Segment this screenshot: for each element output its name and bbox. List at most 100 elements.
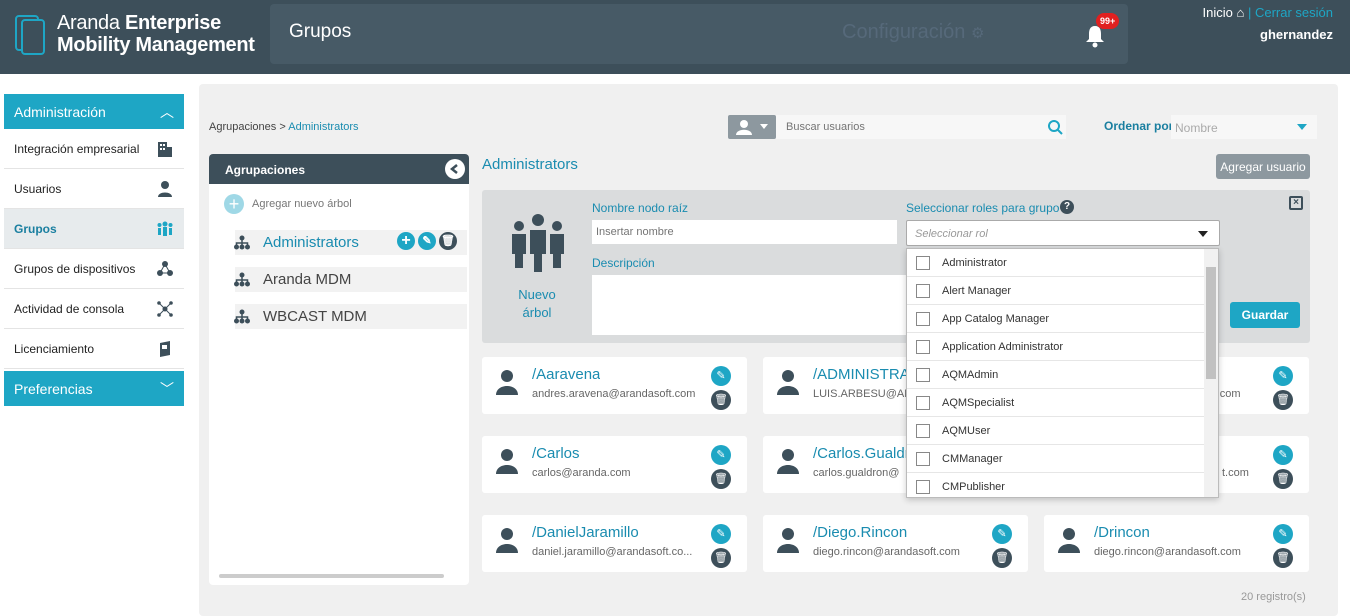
user-name[interactable]: /ADMINISTRA	[813, 366, 910, 383]
user-email: t.com	[1222, 467, 1249, 479]
checkbox[interactable]	[916, 311, 930, 326]
sidebar-item-actividad-consola[interactable]: Actividad de consola	[4, 289, 184, 329]
scrollbar-thumb[interactable]	[1206, 267, 1216, 379]
checkbox[interactable]	[916, 339, 930, 354]
user-email: LUIS.ARBESU@AR	[813, 388, 913, 400]
sidebar-item-label: Grupos	[14, 221, 57, 236]
search-input[interactable]	[776, 115, 1066, 139]
sidebar-item-usuarios[interactable]: Usuarios	[4, 169, 184, 209]
role-option[interactable]: Administrator	[907, 249, 1204, 277]
dropdown-scrollbar[interactable]	[1204, 249, 1218, 497]
checkbox[interactable]	[916, 395, 930, 410]
user-name[interactable]: /Carlos.Gualdr	[813, 445, 910, 462]
help-icon[interactable]: ?	[1060, 200, 1074, 214]
user-card[interactable]: /Diego.Rincon diego.rincon@arandasoft.co…	[763, 515, 1028, 572]
edit-icon[interactable]: ✎	[1273, 366, 1293, 386]
user-avatar-icon	[777, 449, 799, 474]
edit-icon[interactable]: ✎	[711, 524, 731, 544]
device-group-icon	[157, 260, 173, 276]
role-option[interactable]: App Catalog Manager	[907, 305, 1204, 333]
user-email: diego.rincon@arandasoft.com	[813, 546, 960, 558]
user-card[interactable]: /Drincon diego.rincon@arandasoft.com ✎ 🗑	[1044, 515, 1309, 572]
user-avatar-icon	[1058, 528, 1080, 553]
sidebar-item-grupos-dispositivos[interactable]: Grupos de dispositivos	[4, 249, 184, 289]
tree-node-administrators[interactable]: Administrators + ✎ 🗑	[234, 230, 467, 255]
role-label: CMPublisher	[942, 480, 1005, 493]
home-icon[interactable]: ⌂	[1236, 5, 1244, 20]
section-label: Administración	[14, 103, 106, 120]
user-email: andres.aravena@arandasoft.com	[532, 388, 696, 400]
tree-node-aranda-mdm[interactable]: Aranda MDM	[234, 267, 467, 292]
edit-icon[interactable]: ✎	[1273, 524, 1293, 544]
search-filter-button[interactable]	[728, 115, 776, 139]
add-node-icon[interactable]: +	[397, 232, 415, 250]
order-value: Nombre	[1175, 121, 1218, 135]
user-avatar-icon	[496, 370, 518, 395]
breadcrumb-sep: >	[279, 121, 286, 133]
sidebar-item-grupos[interactable]: Grupos	[4, 209, 184, 249]
sidebar-item-integracion[interactable]: Integración empresarial	[4, 129, 184, 169]
user-name[interactable]: /Drincon	[1094, 524, 1150, 541]
checkbox[interactable]	[916, 479, 930, 494]
collapse-panel-button[interactable]	[445, 159, 465, 179]
role-option[interactable]: AQMSpecialist	[907, 389, 1204, 417]
user-name[interactable]: /Diego.Rincon	[813, 524, 907, 541]
user-card[interactable]: /DanielJaramillo daniel.jaramillo@aranda…	[482, 515, 747, 572]
trash-icon[interactable]: 🗑	[1273, 548, 1293, 568]
trash-icon[interactable]: 🗑	[992, 548, 1012, 568]
header-bar: Grupos Configuración ⚙ 99+	[270, 4, 1128, 64]
role-option[interactable]: CMPublisher	[907, 473, 1204, 497]
checkbox[interactable]	[916, 255, 930, 270]
add-tree-button[interactable]: + Agregar nuevo árbol	[224, 194, 352, 214]
user-name[interactable]: /Aaravena	[532, 366, 600, 383]
root-name-input[interactable]	[592, 220, 897, 244]
trash-icon[interactable]: 🗑	[711, 390, 731, 410]
trash-icon[interactable]: 🗑	[711, 548, 731, 568]
config-link[interactable]: Configuración ⚙	[842, 21, 984, 44]
checkbox[interactable]	[916, 451, 930, 466]
role-select[interactable]: Seleccionar rol	[906, 220, 1220, 246]
role-option[interactable]: AQMUser	[907, 417, 1204, 445]
trash-icon[interactable]: 🗑	[711, 469, 731, 489]
role-option[interactable]: Application Administrator	[907, 333, 1204, 361]
role-option[interactable]: AQMAdmin	[907, 361, 1204, 389]
edit-icon[interactable]: ✎	[418, 232, 436, 250]
user-name[interactable]: /DanielJaramillo	[532, 524, 639, 541]
user-card[interactable]: /Aaravena andres.aravena@arandasoft.com …	[482, 357, 747, 414]
sidebar-section-administracion[interactable]: Administración ︿	[4, 94, 184, 129]
tree-scrollbar[interactable]	[219, 574, 444, 578]
role-dropdown-list[interactable]: Administrator Alert Manager App Catalog …	[906, 248, 1219, 498]
close-icon[interactable]: ×	[1289, 196, 1303, 210]
edit-icon[interactable]: ✎	[1273, 445, 1293, 465]
user-card[interactable]: /Carlos carlos@aranda.com ✎ 🗑	[482, 436, 747, 493]
search-icon[interactable]	[1047, 119, 1063, 135]
edit-icon[interactable]: ✎	[992, 524, 1012, 544]
save-button[interactable]: Guardar	[1230, 302, 1300, 328]
checkbox[interactable]	[916, 367, 930, 382]
user-avatar-icon	[777, 370, 799, 395]
trash-icon[interactable]: 🗑	[1273, 469, 1293, 489]
add-user-button[interactable]: Agregar usuario	[1216, 154, 1310, 179]
user-email: carlos@aranda.com	[532, 467, 631, 479]
order-select[interactable]: Nombre	[1171, 115, 1317, 139]
trash-icon[interactable]: 🗑	[1273, 390, 1293, 410]
checkbox[interactable]	[916, 283, 930, 298]
edit-icon[interactable]: ✎	[711, 445, 731, 465]
brand-name: Aranda Enterprise Mobility Management	[57, 12, 255, 56]
sidebar-section-preferencias[interactable]: Preferencias ﹀	[4, 371, 184, 406]
trash-icon[interactable]: 🗑	[439, 232, 457, 250]
role-option[interactable]: CMManager	[907, 445, 1204, 473]
sidebar-item-label: Grupos de dispositivos	[14, 261, 136, 276]
user-email: daniel.jaramillo@arandasoft.co...	[532, 546, 693, 558]
home-link[interactable]: Inicio	[1202, 5, 1232, 20]
user-name[interactable]: /Carlos	[532, 445, 580, 462]
breadcrumb-root[interactable]: Agrupaciones	[209, 121, 276, 133]
sidebar-item-licenciamiento[interactable]: Licenciamiento	[4, 329, 184, 369]
logout-link[interactable]: Cerrar sesión	[1255, 5, 1333, 20]
sidebar-item-label: Integración empresarial	[14, 141, 140, 156]
checkbox[interactable]	[916, 423, 930, 438]
tree-node-wbcast-mdm[interactable]: WBCAST MDM	[234, 304, 467, 329]
role-option[interactable]: Alert Manager	[907, 277, 1204, 305]
user-avatar-icon	[496, 528, 518, 553]
edit-icon[interactable]: ✎	[711, 366, 731, 386]
